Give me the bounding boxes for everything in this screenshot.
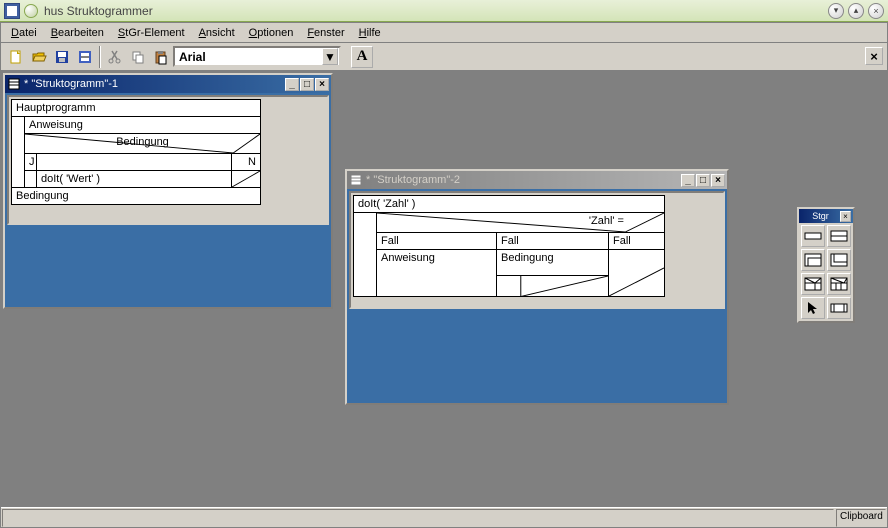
app-window: Datei Bearbeiten StGr-Element Ansicht Op… bbox=[0, 22, 888, 528]
menubar: Datei Bearbeiten StGr-Element Ansicht Op… bbox=[1, 23, 887, 43]
cut-button[interactable] bbox=[104, 46, 126, 68]
struktogramm-1[interactable]: Hauptprogramm Anweisung Bedingung J bbox=[11, 99, 261, 205]
tool-block[interactable] bbox=[827, 225, 851, 247]
sg-case-body-3[interactable] bbox=[609, 250, 664, 296]
font-style-button[interactable]: A bbox=[351, 46, 373, 68]
mdi-title-text: * "Struktogramm"-1 bbox=[24, 78, 118, 90]
status-pane bbox=[2, 509, 834, 527]
open-button[interactable] bbox=[28, 46, 50, 68]
tool-pointer[interactable] bbox=[801, 297, 825, 319]
maximize-button[interactable]: ▴ bbox=[848, 3, 864, 19]
font-select[interactable]: Arial ▼ bbox=[173, 46, 341, 67]
mdi-titlebar-1[interactable]: * "Struktogramm"-1 _ □ × bbox=[5, 75, 331, 93]
sg-bedingung-loop[interactable]: Bedingung bbox=[12, 188, 260, 204]
os-titlebar: hus Struktogrammer ▾ ▴ × bbox=[0, 0, 888, 22]
sg-main-block[interactable]: Hauptprogramm bbox=[12, 100, 260, 117]
sg-condition-head[interactable]: Bedingung bbox=[25, 134, 260, 154]
sg-case-body-2[interactable]: Bedingung bbox=[497, 250, 608, 276]
chevron-down-icon[interactable]: ▼ bbox=[322, 48, 338, 65]
window-title: hus Struktogrammer bbox=[44, 4, 824, 18]
window-marble-icon bbox=[24, 4, 38, 18]
menu-window[interactable]: Fenster bbox=[301, 25, 350, 41]
save-nsd-button[interactable] bbox=[74, 46, 96, 68]
sg-case-head[interactable]: 'Zahl' = bbox=[377, 213, 664, 233]
mdi-window-2[interactable]: * "Struktogramm"-2 _ □ × doIt( 'Zahl' ) … bbox=[345, 169, 729, 405]
mdi-maximize-button[interactable]: □ bbox=[300, 78, 314, 91]
toolbar-separator bbox=[99, 46, 101, 68]
mdi-minimize-button[interactable]: _ bbox=[285, 78, 299, 91]
copy-button[interactable] bbox=[127, 46, 149, 68]
tool-sequence[interactable] bbox=[801, 225, 825, 247]
menu-options[interactable]: Optionen bbox=[243, 25, 300, 41]
struktogramm-icon bbox=[349, 173, 363, 187]
minimize-button[interactable]: ▾ bbox=[828, 3, 844, 19]
workspace: * "Struktogramm"-1 _ □ × Hauptprogramm A… bbox=[1, 71, 887, 507]
mdi-title-text: * "Struktogramm"-2 bbox=[366, 174, 460, 186]
paste-button[interactable] bbox=[150, 46, 172, 68]
tool-case[interactable] bbox=[827, 273, 851, 295]
tool-while[interactable] bbox=[801, 249, 825, 271]
sg-case-2[interactable]: Fall bbox=[497, 233, 609, 249]
close-button[interactable]: × bbox=[868, 3, 884, 19]
new-button[interactable] bbox=[5, 46, 27, 68]
struktogramm-icon bbox=[7, 77, 21, 91]
tool-palette[interactable]: Stgr × bbox=[797, 207, 855, 323]
menu-view[interactable]: Ansicht bbox=[193, 25, 241, 41]
mdi-close-button[interactable]: × bbox=[711, 174, 725, 187]
sg-branch-j[interactable]: J bbox=[25, 154, 37, 170]
save-button[interactable] bbox=[51, 46, 73, 68]
font-select-value: Arial bbox=[179, 50, 206, 64]
sg-branch-body[interactable]: doIt( 'Wert' ) bbox=[25, 171, 260, 187]
mdi-titlebar-2[interactable]: * "Struktogramm"-2 _ □ × bbox=[347, 171, 727, 189]
struktogramm-2[interactable]: doIt( 'Zahl' ) 'Zahl' = Fall Fall Fall bbox=[353, 195, 665, 297]
app-icon bbox=[4, 3, 20, 19]
toolbar: Arial ▼ A × bbox=[1, 43, 887, 71]
sg-call[interactable]: doIt( 'Zahl' ) bbox=[354, 196, 664, 213]
mdi-maximize-button[interactable]: □ bbox=[696, 174, 710, 187]
sg-case-3[interactable]: Fall bbox=[609, 233, 664, 249]
sg-anweisung[interactable]: Anweisung bbox=[25, 117, 260, 134]
sg-case-body-1[interactable]: Anweisung bbox=[377, 250, 497, 296]
mdi-window-1[interactable]: * "Struktogramm"-1 _ □ × Hauptprogramm A… bbox=[3, 73, 333, 309]
mdi-close-button[interactable]: × bbox=[865, 47, 883, 65]
sg-case-1[interactable]: Fall bbox=[377, 233, 497, 249]
mdi-content-1: Hauptprogramm Anweisung Bedingung J bbox=[7, 95, 329, 225]
mdi-close-button[interactable]: × bbox=[315, 78, 329, 91]
menu-file[interactable]: Datei bbox=[5, 25, 43, 41]
mdi-content-2: doIt( 'Zahl' ) 'Zahl' = Fall Fall Fall bbox=[349, 191, 725, 309]
statusbar: Clipboard bbox=[1, 507, 887, 527]
sg-branch-n[interactable]: N bbox=[232, 154, 260, 170]
palette-titlebar[interactable]: Stgr × bbox=[799, 209, 853, 223]
palette-close-button[interactable]: × bbox=[840, 211, 851, 222]
menu-help[interactable]: Hilfe bbox=[353, 25, 387, 41]
menu-element[interactable]: StGr-Element bbox=[112, 25, 191, 41]
mdi-minimize-button[interactable]: _ bbox=[681, 174, 695, 187]
status-clipboard: Clipboard bbox=[836, 509, 886, 527]
tool-call[interactable] bbox=[827, 297, 851, 319]
menu-edit[interactable]: Bearbeiten bbox=[45, 25, 110, 41]
tool-if[interactable] bbox=[801, 273, 825, 295]
tool-repeat[interactable] bbox=[827, 249, 851, 271]
